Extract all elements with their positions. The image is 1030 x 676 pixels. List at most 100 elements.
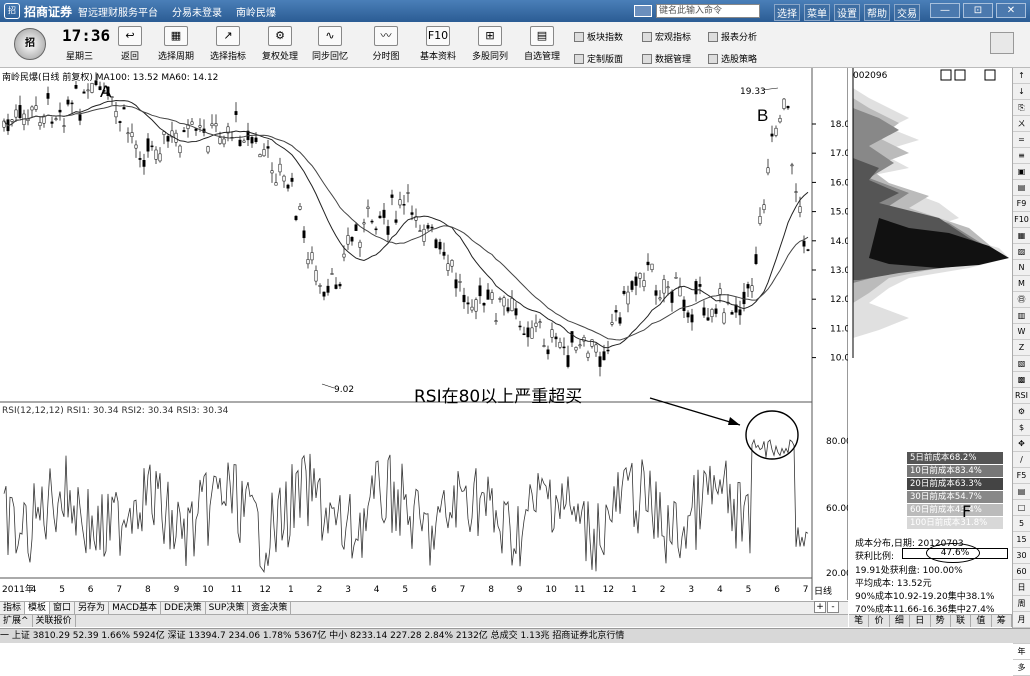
- tab-chips[interactable]: 筹: [992, 615, 1012, 627]
- tab-value[interactable]: 值: [971, 615, 992, 627]
- candle-body: [538, 321, 542, 323]
- custom-layout-button[interactable]: 定制版面: [574, 52, 623, 65]
- right-tool-button[interactable]: ▩: [1013, 372, 1030, 388]
- report-button[interactable]: 报表分析: [708, 30, 757, 43]
- right-tool-button[interactable]: =: [1013, 132, 1030, 148]
- kline-chart-area[interactable]: 18.00 17.00 16.00 15.00 14.00 13.00 12.00 11.00…: [0, 68, 856, 600]
- keyboard-icon[interactable]: [634, 5, 652, 17]
- menu-settings[interactable]: 设置: [834, 4, 860, 21]
- right-tool-button[interactable]: ↑: [1013, 68, 1030, 84]
- tab-expand[interactable]: 扩展^: [0, 615, 33, 627]
- time-axis-ticks: 2011年4 5 6 7 8 9 10 11 12 1 2 3 4 5 6 7 8 9 10 11 12 1 2 3 4 5 6 7: [2, 583, 809, 595]
- chip-tool-icon[interactable]: [940, 69, 952, 81]
- right-tool-button[interactable]: F5: [1013, 468, 1030, 484]
- right-tool-button[interactable]: ㄨ: [1013, 116, 1030, 132]
- right-tool-button[interactable]: ⚙: [1013, 404, 1030, 420]
- time-tick-label: 5: [402, 585, 408, 595]
- data-mgmt-button[interactable]: 数据管理: [642, 52, 691, 65]
- right-tool-button[interactable]: 月: [1013, 612, 1030, 628]
- tab-trend[interactable]: 势: [931, 615, 951, 627]
- f10-button[interactable]: F10 基本资料: [414, 26, 462, 62]
- stock-screen-button[interactable]: 选股策略: [708, 52, 757, 65]
- menu-help[interactable]: 帮助: [864, 4, 890, 21]
- tab-template[interactable]: 模板: [25, 602, 51, 614]
- right-tool-button[interactable]: ✥: [1013, 436, 1030, 452]
- menu-trade[interactable]: 交易: [894, 4, 920, 21]
- macro-button[interactable]: 宏观指标: [642, 30, 691, 43]
- right-tool-button[interactable]: ▣: [1013, 164, 1030, 180]
- tab-indicator[interactable]: 指标: [0, 602, 26, 614]
- right-tool-button[interactable]: M: [1013, 276, 1030, 292]
- right-tool-button[interactable]: ▤: [1013, 180, 1030, 196]
- right-tool-button[interactable]: ≡: [1013, 148, 1030, 164]
- zoom-out-button[interactable]: -: [827, 601, 839, 613]
- tab-related-quote[interactable]: 关联报价: [33, 615, 76, 627]
- tab-tick[interactable]: 笔: [849, 615, 870, 627]
- minimize-button[interactable]: —: [930, 3, 960, 18]
- close-button[interactable]: ✕: [996, 3, 1026, 18]
- right-tool-button[interactable]: 30: [1013, 548, 1030, 564]
- tab-window[interactable]: 窗口: [50, 602, 76, 614]
- tab-detail[interactable]: 细: [890, 615, 911, 627]
- sector-index-button[interactable]: 板块指数: [574, 30, 623, 43]
- tab-dde[interactable]: DDE决策: [161, 602, 206, 614]
- profit-circle: [926, 543, 980, 563]
- right-tool-button[interactable]: RSI: [1013, 388, 1030, 404]
- command-input[interactable]: 键名此输入命令: [656, 4, 760, 18]
- menu-select[interactable]: 选择: [774, 4, 800, 21]
- right-tool-button[interactable]: W: [1013, 324, 1030, 340]
- panel-toggle-icon[interactable]: [990, 32, 1014, 54]
- right-tool-button[interactable]: ▧: [1013, 356, 1030, 372]
- watchlist-button[interactable]: ▤ 自选管理: [518, 26, 566, 62]
- menu-main[interactable]: 菜单: [804, 4, 830, 21]
- login-status[interactable]: 分易未登录: [172, 4, 222, 19]
- candle-body: [738, 309, 742, 316]
- right-tool-button[interactable]: F9: [1013, 196, 1030, 212]
- back-button[interactable]: ↩ 返回: [106, 26, 154, 62]
- candle-body: [590, 339, 594, 347]
- chip-play-icon[interactable]: [954, 69, 966, 81]
- right-tool-button[interactable]: ▥: [1013, 308, 1030, 324]
- indicator-button[interactable]: ↗ 选择指标: [204, 26, 252, 62]
- right-tool-button[interactable]: 5: [1013, 516, 1030, 532]
- candle-body: [54, 118, 58, 120]
- right-tool-button[interactable]: □: [1013, 500, 1030, 516]
- chip-settings-icon[interactable]: [984, 69, 996, 81]
- right-tool-button[interactable]: 15: [1013, 532, 1030, 548]
- candle-body: [338, 283, 342, 287]
- tab-day[interactable]: 日: [910, 615, 931, 627]
- right-tool-button[interactable]: 日: [1013, 580, 1030, 596]
- sync-replay-button[interactable]: ∿ 同步回忆: [306, 26, 354, 62]
- right-tool-button[interactable]: ↓: [1013, 84, 1030, 100]
- right-tool-button[interactable]: $: [1013, 420, 1030, 436]
- tab-sup[interactable]: SUP决策: [206, 602, 249, 614]
- zoom-in-button[interactable]: +: [814, 601, 826, 613]
- right-tool-button[interactable]: F10: [1013, 212, 1030, 228]
- candle-body: [46, 93, 50, 99]
- right-tool-button[interactable]: N: [1013, 260, 1030, 276]
- period-button[interactable]: ▦ 选择周期: [152, 26, 200, 62]
- right-tool-button[interactable]: ∕: [1013, 452, 1030, 468]
- right-tool-button[interactable]: Z: [1013, 340, 1030, 356]
- right-tool-button[interactable]: ▤: [1013, 484, 1030, 500]
- candle-body: [302, 230, 306, 239]
- right-tool-button[interactable]: ▨: [1013, 244, 1030, 260]
- adjust-button[interactable]: ⚙ 复权处理: [256, 26, 304, 62]
- right-tool-button[interactable]: ▦: [1013, 228, 1030, 244]
- tab-save-as[interactable]: 另存为: [75, 602, 110, 614]
- intraday-button[interactable]: 〰分时图: [362, 26, 410, 62]
- right-tool-button[interactable]: ⎘: [1013, 100, 1030, 116]
- right-tool-button[interactable]: 周: [1013, 596, 1030, 612]
- multi-stock-button[interactable]: ⊞ 多股同列: [466, 26, 514, 62]
- right-tool-button[interactable]: ㊐: [1013, 292, 1030, 308]
- right-tool-button[interactable]: 多: [1013, 660, 1030, 676]
- right-tool-button[interactable]: 60: [1013, 564, 1030, 580]
- candle-body: [562, 346, 566, 349]
- tab-link[interactable]: 联: [951, 615, 972, 627]
- maximize-button[interactable]: ⊡: [963, 3, 993, 18]
- tab-funds[interactable]: 资金决策: [248, 602, 292, 614]
- tab-macd[interactable]: MACD基本: [109, 602, 162, 614]
- tab-price[interactable]: 价: [869, 615, 890, 627]
- candle-body: [758, 216, 762, 224]
- right-tool-button[interactable]: 年: [1013, 644, 1030, 660]
